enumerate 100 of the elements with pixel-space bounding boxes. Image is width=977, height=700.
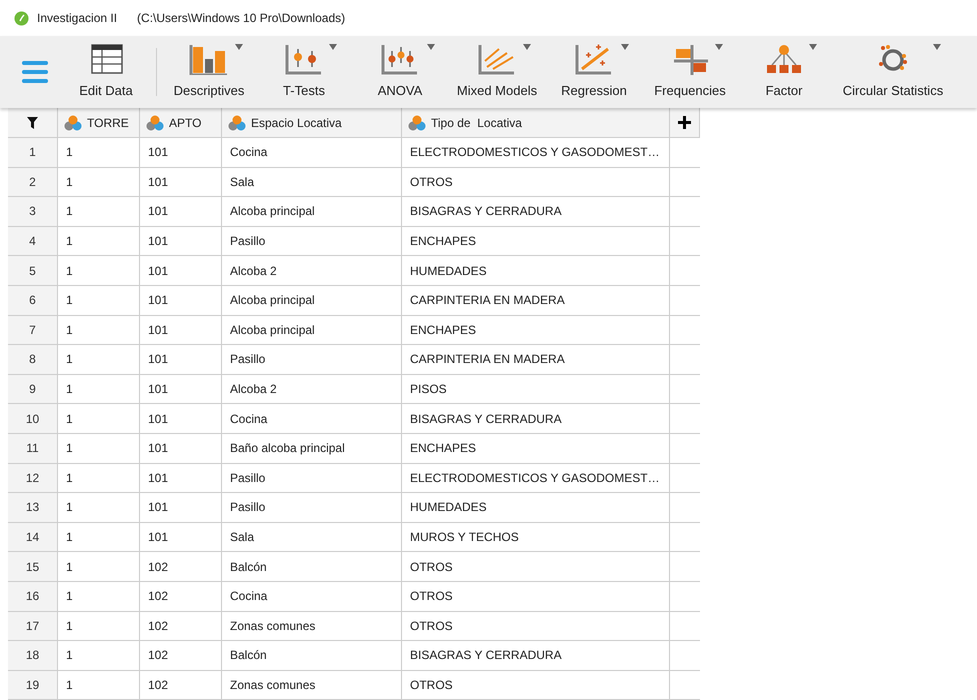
toolbar-button[interactable]: Circular Statistics [831,36,955,108]
row-number: 9 [8,374,58,404]
row-number: 18 [8,641,58,670]
table-cell: Pasillo [222,345,402,374]
table-cell: Pasillo [222,226,402,256]
row-number: 13 [8,493,58,522]
column-header[interactable]: Tipo de Locativa [402,108,670,137]
table-cell: 1 [58,612,140,640]
table-cell: 1 [58,434,140,463]
table-cell: HUMEDADES [402,493,670,522]
table-cell: 1 [58,138,140,167]
variable-type-icon [64,114,82,130]
row-number: 15 [8,552,58,581]
table-cell: PISOS [402,374,670,404]
row-number: 3 [8,197,58,226]
row-number: 11 [8,434,58,463]
table-cell: Zonas comunes [222,612,402,640]
row-number: 12 [8,464,58,492]
table-cell: CARPINTERIA EN MADERA [402,345,670,374]
table-cell: 1 [58,256,140,285]
table-cell: Alcoba 2 [222,374,402,404]
table-cell: MUROS Y TECHOS [402,522,670,552]
table-cell: 1 [58,641,140,670]
table-cell: CARPINTERIA EN MADERA [402,286,670,315]
table-cell: 101 [140,522,222,552]
row-number: 17 [8,612,58,640]
toolbar-button[interactable]: Descriptives [161,36,257,108]
table-cell: 1 [58,345,140,374]
table-cell: Alcoba principal [222,286,402,315]
filter-icon[interactable] [27,116,38,128]
caret-icon [809,44,817,50]
table-cell: Alcoba 2 [222,256,402,285]
column-header[interactable]: TORRE [58,108,140,137]
table-cell: 101 [140,374,222,404]
table-cell: 1 [58,582,140,610]
caret-icon [329,44,337,50]
table-cell: OTROS [402,168,670,196]
variable-type-icon [408,114,426,130]
table-cell: 1 [58,493,140,522]
table-cell: 1 [58,374,140,404]
table-cell: 101 [140,434,222,463]
table-cell: 101 [140,316,222,344]
toolbar-button[interactable]: Regression [545,36,643,108]
caret-icon [427,44,435,50]
toolbar-button[interactable]: Edit Data [60,36,152,108]
caret-icon [235,44,243,50]
row-number: 5 [8,256,58,285]
table-cell: Balcón [222,641,402,670]
table-cell: 101 [140,404,222,433]
table-cell: Cocina [222,138,402,167]
table-cell: OTROS [402,552,670,581]
table-cell: BISAGRAS Y CERRADURA [402,197,670,226]
row-number: 4 [8,226,58,256]
toolbar-button[interactable]: Frequencies [643,36,737,108]
row-number: 19 [8,670,58,700]
table-cell: 101 [140,168,222,196]
row-number: 6 [8,286,58,315]
table-cell: 1 [58,404,140,433]
table-cell: 1 [58,316,140,344]
row-number: 16 [8,582,58,610]
table-cell: 102 [140,670,222,700]
table-cell: 101 [140,256,222,285]
table-cell: 1 [58,670,140,700]
table-cell: 1 [58,552,140,581]
table-cell: ELECTRODOMESTICOS Y GASODOMEST… [402,138,670,167]
toolbar-button[interactable]: Factor [737,36,831,108]
table-cell: 101 [140,345,222,374]
add-column-icon[interactable] [678,116,691,129]
table-cell: 1 [58,286,140,315]
table-cell: 101 [140,197,222,226]
table-cell: Zonas comunes [222,670,402,700]
file-path: (C:\Users\Windows 10 Pro\Downloads) [137,10,346,27]
row-number: 7 [8,316,58,344]
table-cell: 102 [140,552,222,581]
caret-icon [715,44,723,50]
variable-type-icon [146,114,164,130]
table-cell: Sala [222,522,402,552]
table-cell: ELECTRODOMESTICOS Y GASODOMEST… [402,464,670,492]
row-number: 1 [8,138,58,167]
variable-type-icon [228,114,246,130]
table-cell: 101 [140,464,222,492]
table-cell: 1 [58,197,140,226]
table-cell: BISAGRAS Y CERRADURA [402,404,670,433]
column-header[interactable]: APTO [140,108,222,137]
toolbar-button[interactable]: ANOVA [351,36,449,108]
table-cell: OTROS [402,670,670,700]
column-header[interactable]: Espacio Locativa [222,108,402,137]
table-cell: Sala [222,168,402,196]
table-cell: Cocina [222,404,402,433]
table-cell: Baño alcoba principal [222,434,402,463]
table-cell: ENCHAPES [402,434,670,463]
table-cell: 1 [58,226,140,256]
table-cell: Alcoba principal [222,316,402,344]
toolbar-button[interactable]: Mixed Models [449,36,545,108]
table-cell: Pasillo [222,464,402,492]
row-number: 8 [8,345,58,374]
toolbar-button[interactable]: T-Tests [257,36,351,108]
table-cell: 101 [140,493,222,522]
caret-icon [933,44,941,50]
caret-icon [621,44,629,50]
